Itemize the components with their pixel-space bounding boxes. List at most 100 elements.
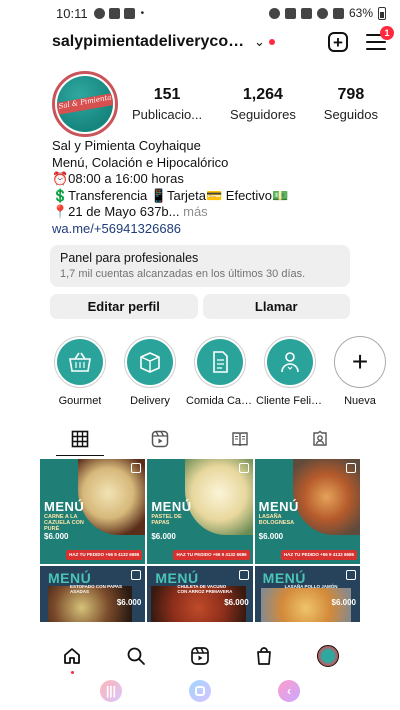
sync-icon bbox=[268, 7, 280, 19]
highlight-delivery[interactable]: Delivery bbox=[118, 336, 182, 407]
carousel-icon bbox=[131, 570, 142, 580]
highlight-ring bbox=[54, 336, 106, 388]
bottom-navigation bbox=[40, 640, 360, 674]
professional-dashboard[interactable]: Panel para profesionales 1,7 mil cuentas… bbox=[50, 245, 350, 287]
nav-shop[interactable] bbox=[252, 644, 276, 668]
nav-search[interactable] bbox=[124, 644, 148, 668]
grid-icon bbox=[71, 430, 89, 448]
shop-bag-icon bbox=[257, 647, 271, 665]
basket-icon bbox=[69, 352, 91, 372]
carousel-icon bbox=[131, 463, 142, 473]
profile-avatar-icon bbox=[317, 645, 339, 667]
stat-label: Seguidos bbox=[323, 107, 378, 122]
post-price: $6.000 bbox=[151, 532, 176, 541]
panel-title: Panel para profesionales bbox=[60, 251, 199, 265]
post-price: $6.000 bbox=[116, 598, 142, 607]
post-tile[interactable]: MENÚ LASAÑA BOLOGNESA $6.000 HAZ TU PEDI… bbox=[254, 459, 360, 564]
post-subtitle: ESTOFADO CON PAPAS ASADAS bbox=[70, 584, 123, 594]
home-button[interactable] bbox=[189, 680, 211, 702]
post-title: MENÚ bbox=[258, 499, 299, 514]
post-subtitle: LASAÑA POLLO JAMÓN bbox=[284, 584, 338, 589]
highlight-ring bbox=[124, 336, 176, 388]
post-order-banner: HAZ TU PEDIDO +56 9 4132 6686 bbox=[173, 550, 250, 560]
chevron-down-icon[interactable]: ⌄ bbox=[254, 34, 265, 50]
stat-label: Publicacio... bbox=[132, 107, 203, 122]
clock: 10:11 bbox=[56, 5, 88, 21]
nav-home[interactable] bbox=[60, 644, 84, 674]
post-subtitle: LASAÑA BOLOGNESA bbox=[258, 514, 295, 526]
stat-value: 151 bbox=[153, 86, 181, 103]
nav-profile[interactable] bbox=[316, 644, 340, 668]
post-tile[interactable]: MENÚ ESTOFADO CON PAPAS ASADAS $6.000 bbox=[40, 566, 146, 622]
highlight-cover bbox=[197, 339, 243, 385]
post-tile[interactable]: MENÚ LASAÑA POLLO JAMÓN $6.000 bbox=[254, 566, 360, 622]
signal-icon bbox=[332, 7, 344, 19]
home-square-icon bbox=[195, 686, 205, 696]
profile-logo: Sal & Pimienta bbox=[57, 76, 113, 132]
nav-reels[interactable] bbox=[188, 644, 212, 668]
status-bar: 10:11 • 63% bbox=[0, 0, 400, 26]
bio-line: 💲Transferencia 📱Tarjeta💳 Efectivo💵 bbox=[52, 187, 289, 203]
website-link[interactable]: wa.me/+56941326686 bbox=[52, 221, 386, 238]
notification-icons: • bbox=[93, 7, 145, 19]
highlight-gourmet[interactable]: Gourmet bbox=[48, 336, 112, 407]
back-button[interactable]: ‹ bbox=[278, 680, 300, 702]
highlight-cliente-feliz[interactable]: Cliente Feliz ... bbox=[256, 336, 324, 407]
stat-following[interactable]: 798 Seguidos bbox=[324, 86, 378, 122]
post-price: $6.000 bbox=[44, 532, 69, 541]
more-link[interactable]: más bbox=[180, 204, 208, 219]
edit-profile-button[interactable]: Editar perfil bbox=[50, 294, 198, 319]
highlight-cover bbox=[267, 339, 313, 385]
highlight-cover bbox=[57, 339, 103, 385]
stat-value: 1,264 bbox=[242, 86, 283, 103]
search-icon bbox=[127, 647, 145, 665]
plus-icon: + bbox=[351, 346, 369, 377]
reels-icon bbox=[191, 647, 209, 665]
highlight-label: Cliente Feliz ... bbox=[256, 395, 324, 407]
post-price: $6.000 bbox=[331, 598, 356, 607]
profile-actions: Editar perfil Llamar bbox=[50, 294, 350, 319]
menu-button[interactable]: 1 bbox=[366, 26, 394, 50]
whatsapp-icon bbox=[93, 7, 105, 19]
tab-guides[interactable] bbox=[200, 424, 280, 454]
back-chevron-icon: ‹ bbox=[287, 684, 291, 698]
new-highlight[interactable]: + Nueva bbox=[328, 336, 392, 407]
document-icon bbox=[213, 351, 228, 373]
profile-header: salypimientadeliverycoyha... ⌄ + 1 bbox=[0, 26, 400, 56]
recent-apps-button[interactable]: ||| bbox=[100, 680, 122, 702]
post-title: MENÚ bbox=[44, 499, 85, 514]
tab-posts-grid[interactable] bbox=[40, 424, 120, 456]
happy-client-icon bbox=[281, 352, 299, 373]
bio-line: ⏰08:00 a 16:00 horas bbox=[52, 171, 184, 186]
menu-icon-line bbox=[366, 48, 386, 50]
stat-followers[interactable]: 1,264 Seguidores bbox=[230, 86, 296, 122]
post-title: MENÚ bbox=[151, 499, 192, 514]
tab-reels[interactable] bbox=[120, 424, 200, 454]
panel-subtitle: 1,7 mil cuentas alcanzadas en los último… bbox=[60, 268, 306, 280]
carousel-icon bbox=[346, 463, 356, 473]
tab-tagged[interactable] bbox=[280, 424, 360, 454]
highlight-ring bbox=[194, 336, 246, 388]
posts-grid: MENÚ CARNE A LA CAZUELA CON PURÉ $6.000 … bbox=[40, 459, 360, 622]
post-subtitle: CARNE A LA CAZUELA CON PURÉ bbox=[44, 514, 84, 532]
post-tile[interactable]: MENÚ PASTEL DE PAPAS $6.000 HAZ TU PEDID… bbox=[147, 459, 253, 564]
profile-stats: 151 Publicacio... 1,264 Seguidores 798 S… bbox=[132, 86, 386, 122]
mute-icon bbox=[300, 7, 312, 19]
bio: Sal y Pimienta Coyhaique Menú, Colación … bbox=[52, 138, 386, 237]
call-button[interactable]: Llamar bbox=[202, 294, 350, 319]
instagram-icon bbox=[123, 7, 135, 19]
carousel-icon bbox=[238, 463, 249, 473]
post-tile[interactable]: MENÚ CARNE A LA CAZUELA CON PURÉ $6.000 … bbox=[40, 459, 146, 564]
stat-posts[interactable]: 151 Publicacio... bbox=[132, 86, 202, 122]
highlight-label: Nueva bbox=[344, 395, 376, 407]
avatar[interactable]: Sal & Pimienta bbox=[52, 71, 118, 137]
highlight-comida-casera[interactable]: Comida Cas... bbox=[186, 336, 254, 407]
post-order-banner: HAZ TU PEDIDO +56 9 4132 6686 bbox=[280, 550, 357, 560]
post-tile[interactable]: MENÚ CHULETA DE VACUNO CON ARROZ PRIMAVE… bbox=[147, 566, 253, 622]
post-price: $6.000 bbox=[224, 598, 249, 607]
create-post-button[interactable]: + bbox=[328, 32, 348, 52]
highlight-cover bbox=[127, 339, 173, 385]
bio-line-address: 📍21 de Mayo 637b... más bbox=[52, 204, 386, 221]
username[interactable]: salypimientadeliverycoyha... bbox=[52, 33, 248, 51]
more-notifications-dot: • bbox=[140, 7, 145, 19]
